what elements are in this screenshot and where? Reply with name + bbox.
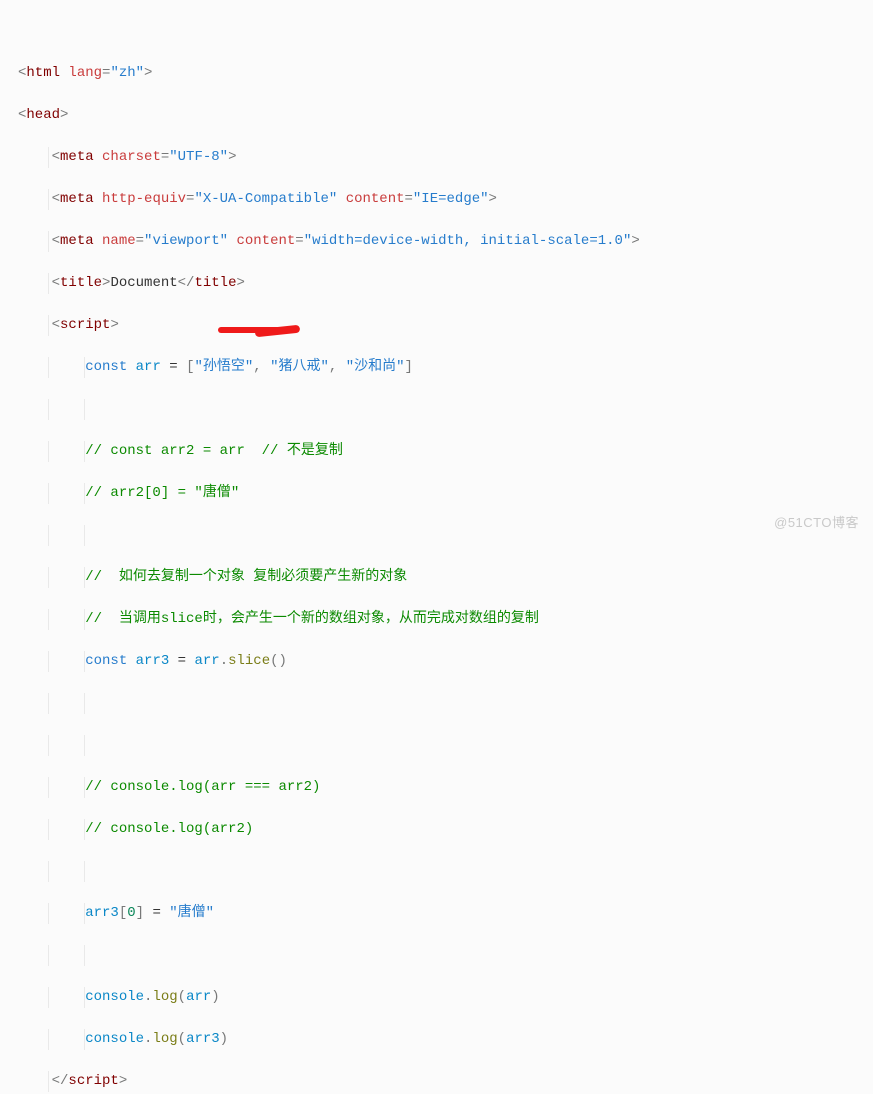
code-line: // console.log(arr === arr2) xyxy=(12,777,873,798)
code-line xyxy=(12,861,873,882)
code-line: <title>Document</title> xyxy=(12,273,873,294)
code-line: const arr3 = arr.slice() xyxy=(12,651,873,672)
code-line: <script> xyxy=(12,315,873,336)
code-line xyxy=(12,525,873,546)
code-line xyxy=(12,399,873,420)
code-line xyxy=(12,945,873,966)
code-line: <!DOCTYPE html> xyxy=(12,21,873,42)
code-line xyxy=(12,735,873,756)
code-line: <meta http-equiv="X-UA-Compatible" conte… xyxy=(12,189,873,210)
code-line: <html lang="zh"> xyxy=(12,63,873,84)
code-line xyxy=(12,693,873,714)
watermark: @51CTO博客 xyxy=(774,512,859,533)
code-line: // arr2[0] = "唐僧" xyxy=(12,483,873,504)
code-line: <head> xyxy=(12,105,873,126)
code-editor: <!DOCTYPE html> <html lang="zh"> <head> … xyxy=(0,0,873,1094)
code-line: console.log(arr) xyxy=(12,987,873,1008)
code-line: console.log(arr3) xyxy=(12,1029,873,1050)
code-line: // const arr2 = arr // 不是复制 xyxy=(12,441,873,462)
code-line: // 如何去复制一个对象 复制必须要产生新的对象 xyxy=(12,567,873,588)
code-line: <meta charset="UTF-8"> xyxy=(12,147,873,168)
code-line: const arr = ["孙悟空", "猪八戒", "沙和尚"] xyxy=(12,357,873,378)
code-line: arr3[0] = "唐僧" xyxy=(12,903,873,924)
code-line: <meta name="viewport" content="width=dev… xyxy=(12,231,873,252)
code-line: </script> xyxy=(12,1071,873,1092)
code-line: // 当调用slice时，会产生一个新的数组对象，从而完成对数组的复制 xyxy=(12,609,873,630)
code-line: // console.log(arr2) xyxy=(12,819,873,840)
